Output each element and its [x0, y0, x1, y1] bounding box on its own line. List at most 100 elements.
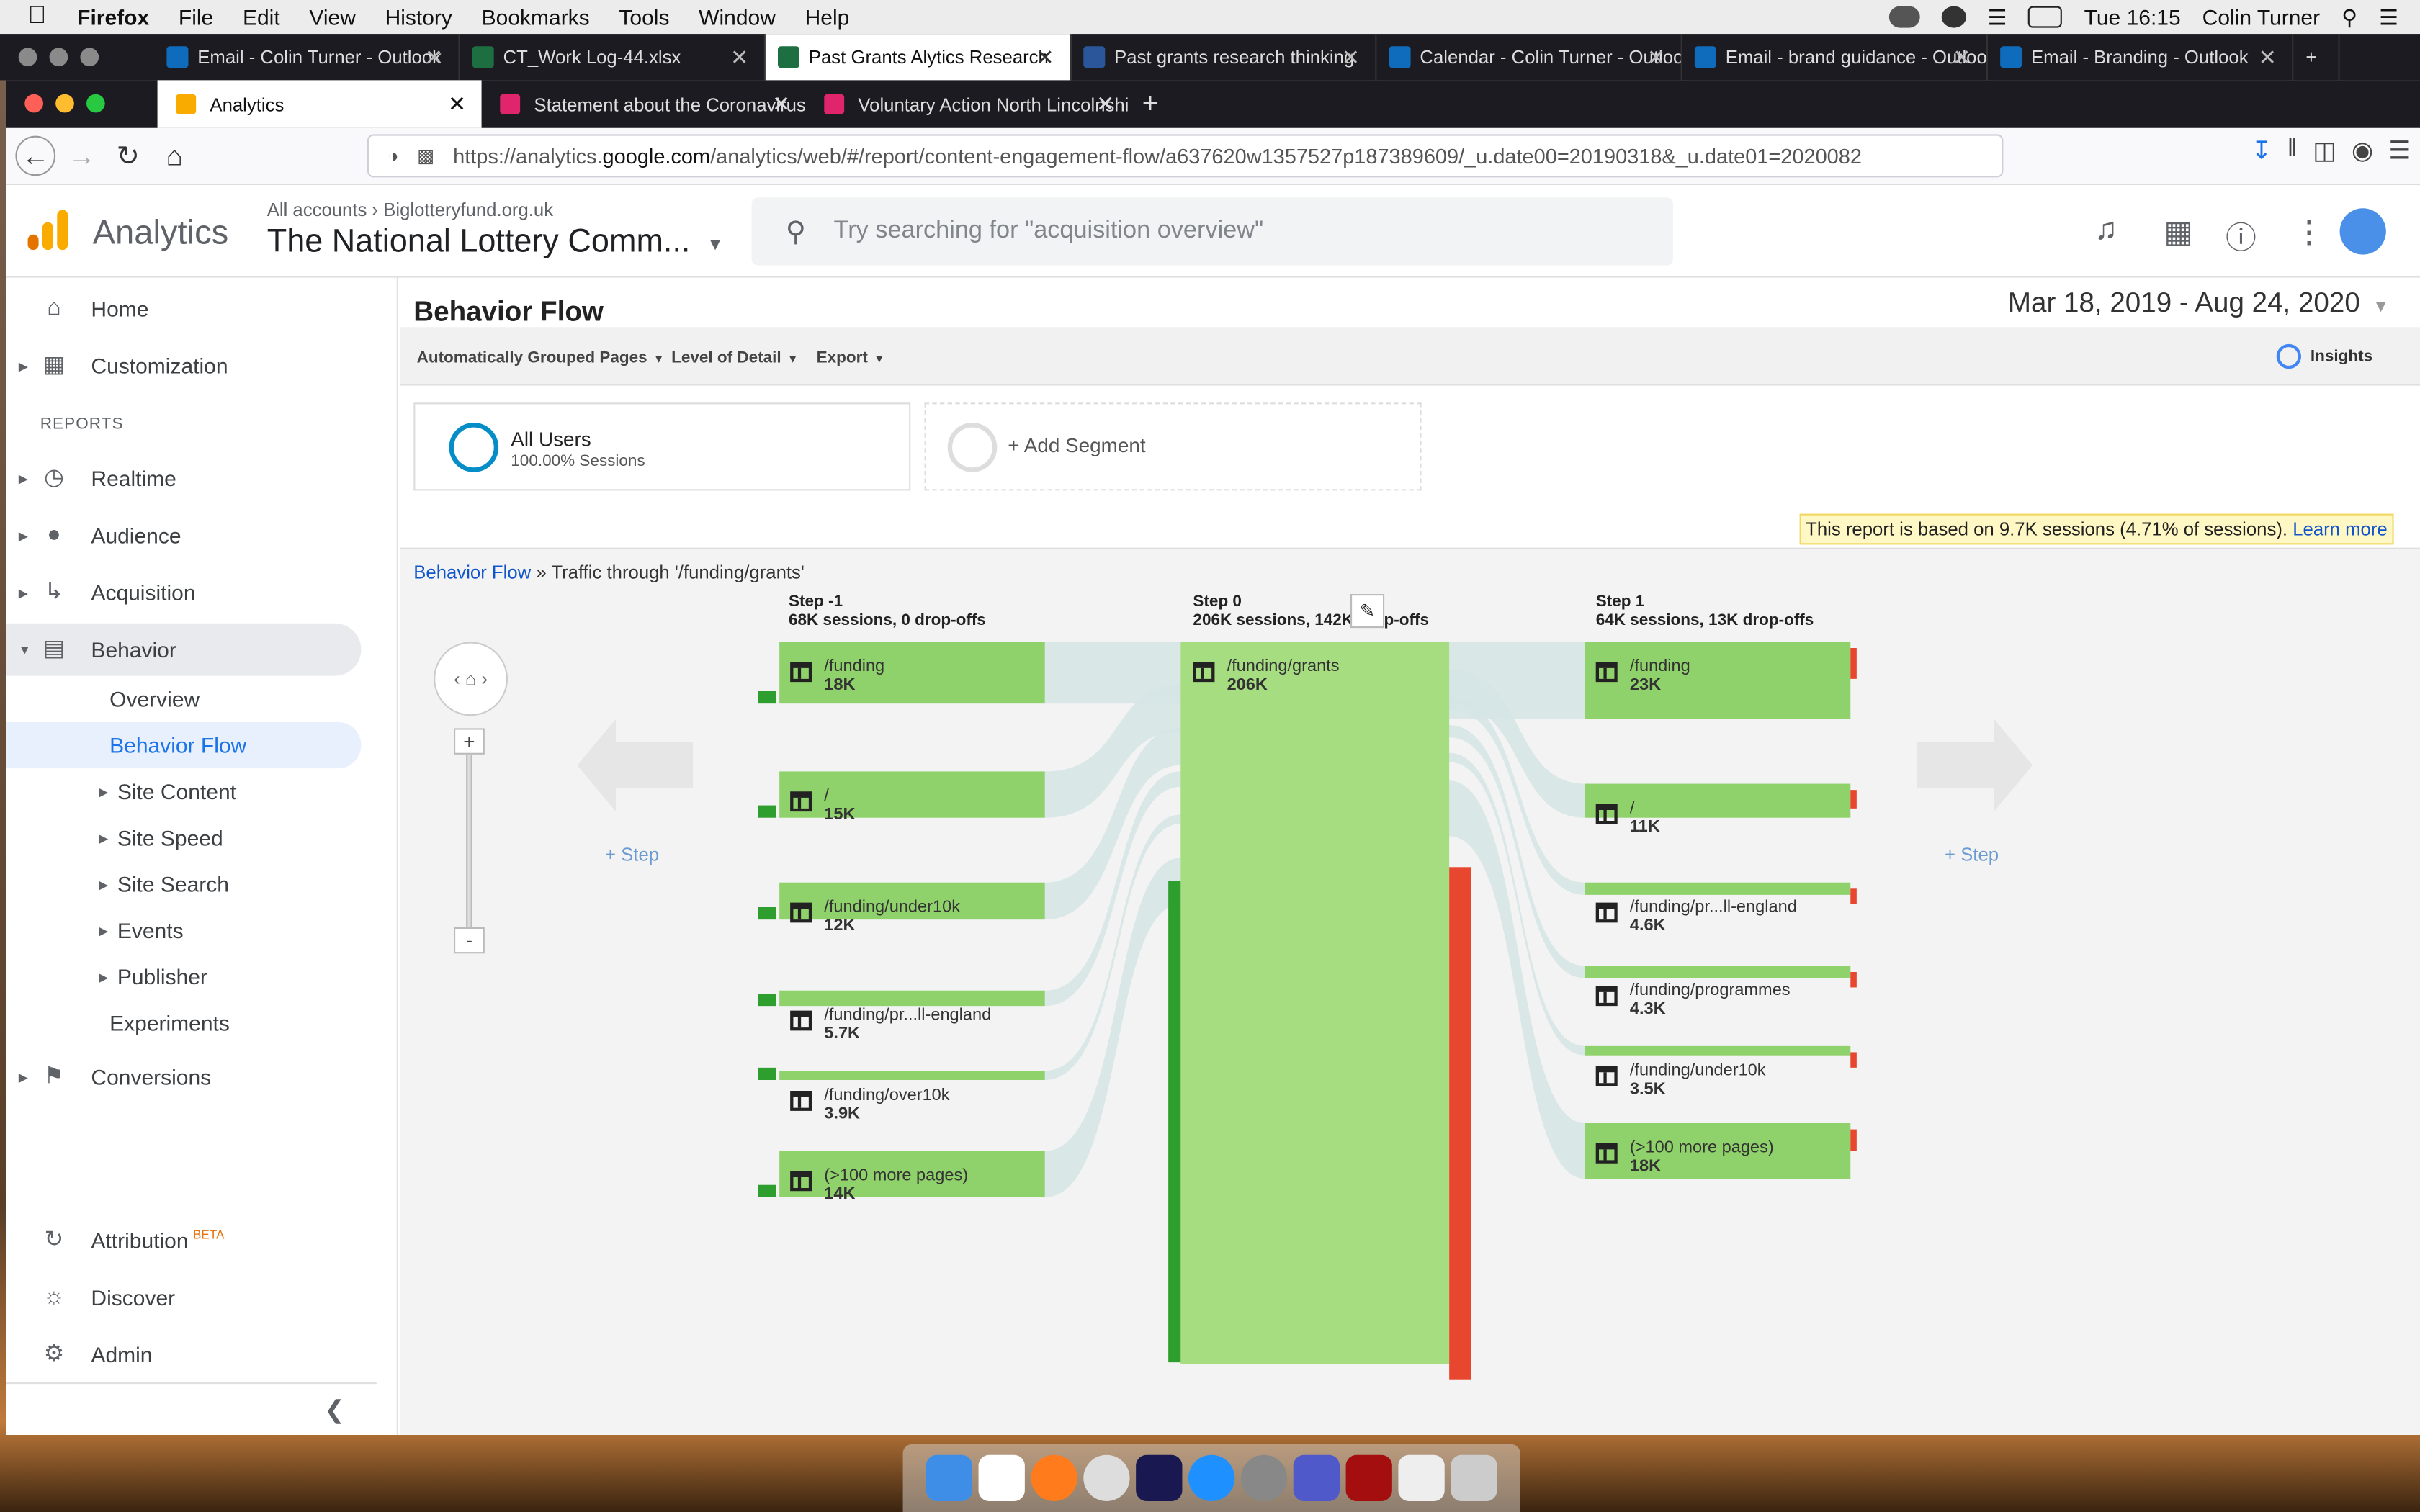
spotlight-icon[interactable]: ⚲: [2341, 4, 2357, 30]
sidebar-toggle-icon[interactable]: ◫: [2313, 136, 2336, 167]
export-dropdown[interactable]: Export ▼: [817, 348, 885, 367]
menu-edit[interactable]: Edit: [243, 4, 280, 29]
forward-icon[interactable]: →: [62, 136, 102, 176]
notifications-bell-icon[interactable]: ♫: [2094, 213, 2118, 248]
pan-control[interactable]: ‹ ⌂ ›: [434, 642, 508, 716]
wifi-icon[interactable]: ☰: [1988, 4, 2007, 30]
insights-button[interactable]: Insights: [2276, 343, 2372, 369]
shield-icon[interactable]: ◑: [387, 145, 399, 166]
tab-5[interactable]: Calendar - Colin Turner - Outlook ✕: [1376, 34, 1682, 81]
sidebar-item-experiments[interactable]: Experiments: [6, 1000, 362, 1046]
close-tab-icon[interactable]: ✕: [1953, 45, 1971, 71]
tab-1[interactable]: Email - Colin Turner - Outlook ✕: [154, 34, 460, 81]
tab-2[interactable]: CT_Work Log-44.xlsx ✕: [460, 34, 766, 81]
menu-bookmarks[interactable]: Bookmarks: [482, 4, 590, 29]
step-minus1-node[interactable]: /funding/over10k 3.9K: [790, 1086, 950, 1123]
download-icon[interactable]: ↧: [2251, 136, 2272, 167]
apple-icon[interactable]: : [28, 3, 56, 31]
add-step-left-button[interactable]: + Step: [605, 844, 659, 865]
tab-3[interactable]: Past Grants Alytics Research ✕: [765, 34, 1072, 81]
zoom-window-button[interactable]: [86, 94, 105, 113]
new-tab-button[interactable]: +: [2293, 34, 2340, 81]
tab-1[interactable]: Analytics ✕: [157, 80, 482, 128]
zoom-slider-track[interactable]: [466, 743, 472, 945]
sidebar-item-admin[interactable]: ⚙ Admin: [6, 1328, 362, 1381]
tab-3[interactable]: Voluntary Action North Lincolnshire ✕: [806, 80, 1130, 127]
property-caret-icon[interactable]: ▼: [707, 236, 723, 255]
menubar-user[interactable]: Colin Turner: [2202, 4, 2320, 29]
close-tab-icon[interactable]: ✕: [1096, 91, 1114, 117]
sidebar-item-customization[interactable]: ▶ ▦ Customization: [6, 339, 362, 392]
home-icon[interactable]: ⌂: [154, 136, 194, 176]
library-icon[interactable]: ‖: [2287, 136, 2298, 167]
step-1-node[interactable]: /funding 23K: [1595, 657, 1690, 694]
menu-window[interactable]: Window: [699, 4, 776, 29]
sidebar-item-overview[interactable]: Overview: [6, 676, 362, 722]
close-tab-icon[interactable]: ✕: [1342, 45, 1360, 71]
lock-icon[interactable]: ▩: [417, 145, 434, 166]
level-of-detail-dropdown[interactable]: Level of Detail ▼: [671, 348, 798, 367]
url-bar[interactable]: ◑ ▩ https://analytics. google.com/analyti…: [367, 134, 2004, 178]
step-1-node[interactable]: /funding/programmes 4.3K: [1595, 981, 1791, 1018]
close-window-button[interactable]: [18, 48, 37, 67]
sidebar-item-site-content[interactable]: ▶ Site Content: [6, 768, 362, 814]
close-tab-icon[interactable]: ✕: [1036, 45, 1054, 71]
menu-file[interactable]: File: [179, 4, 213, 29]
sidebar-item-behavior-flow[interactable]: Behavior Flow: [6, 721, 362, 769]
minimize-window-button[interactable]: [49, 48, 68, 67]
close-tab-icon[interactable]: ✕: [1647, 45, 1665, 71]
document-icon[interactable]: [1398, 1454, 1445, 1501]
sidebar-item-publisher[interactable]: ▶ Publisher: [6, 953, 362, 999]
avatar[interactable]: [2339, 208, 2386, 255]
finder-icon[interactable]: [926, 1454, 972, 1501]
premiere-icon[interactable]: [1136, 1454, 1183, 1501]
app-store-icon[interactable]: [1188, 1454, 1235, 1501]
control-center-icon[interactable]: ☰: [2379, 4, 2398, 30]
sidebar-item-attribution[interactable]: ↻ Attribution BETA: [6, 1214, 362, 1266]
close-tab-icon[interactable]: ✕: [730, 45, 748, 71]
add-step-right-button[interactable]: + Step: [1945, 844, 1999, 865]
learn-more-link[interactable]: Learn more: [2293, 518, 2388, 540]
close-window-button[interactable]: [24, 94, 43, 113]
sidebar-item-site-search[interactable]: ▶ Site Search: [6, 861, 362, 907]
sidebar-item-audience[interactable]: ▶ ● Audience: [6, 509, 362, 562]
segment-all-users[interactable]: All Users 100.00% Sessions: [413, 402, 911, 491]
collapse-sidebar-icon[interactable]: ❮: [324, 1395, 345, 1426]
system-preferences-icon[interactable]: [1240, 1454, 1288, 1501]
tab-2[interactable]: Statement about the Coronavirus ✕: [482, 80, 806, 127]
account-breadcrumb[interactable]: All accounts › Biglotteryfund.org.uk: [267, 199, 553, 220]
edit-pencil-icon[interactable]: ✎: [1350, 594, 1385, 629]
hamburger-menu-icon[interactable]: ☰: [2388, 136, 2411, 167]
step-minus1-node[interactable]: /funding/pr...ll-england 5.7K: [790, 1006, 991, 1043]
menu-view[interactable]: View: [309, 4, 355, 29]
reload-icon[interactable]: ↻: [108, 136, 148, 176]
sidebar-item-acquisition[interactable]: ▶ ↳ Acquisition: [6, 566, 362, 618]
back-icon[interactable]: ←: [15, 135, 56, 176]
sidebar-item-realtime[interactable]: ▶ ◷ Realtime: [6, 452, 362, 505]
zoom-window-button[interactable]: [80, 48, 99, 67]
close-tab-icon[interactable]: ✕: [772, 91, 790, 117]
all-accounts-link[interactable]: All accounts: [267, 199, 367, 220]
behavior-flow-canvas[interactable]: Behavior Flow » Traffic through '/fundin…: [400, 547, 2420, 1435]
step-1-node[interactable]: /funding/pr...ll-england 4.6K: [1595, 898, 1797, 935]
firefox-icon[interactable]: [1031, 1454, 1077, 1501]
zoom-out-button[interactable]: -: [454, 927, 485, 954]
sidebar-item-site-speed[interactable]: ▶ Site Speed: [6, 814, 362, 860]
acrobat-icon[interactable]: [1345, 1454, 1392, 1501]
step-0-node[interactable]: /funding/grants 206K: [1193, 657, 1340, 694]
search-box[interactable]: ⚲ Try searching for "acquisition overvie…: [751, 197, 1673, 266]
account-site-link[interactable]: Biglotteryfund.org.uk: [383, 199, 553, 220]
step-minus1-node[interactable]: /funding/under10k 12K: [790, 898, 960, 935]
account-icon[interactable]: ◉: [2352, 136, 2373, 167]
new-tab-button[interactable]: +: [1130, 80, 1176, 127]
step-1-node[interactable]: /11K: [1595, 799, 1660, 836]
photos-icon[interactable]: [1083, 1454, 1130, 1501]
add-segment-button[interactable]: + Add Segment: [924, 402, 1422, 491]
more-options-icon[interactable]: ⋮: [2293, 213, 2324, 252]
tab-6[interactable]: Email - brand guidance - Outlook ✕: [1682, 34, 1988, 81]
zoom-in-button[interactable]: +: [454, 728, 485, 755]
menu-app-name[interactable]: Firefox: [77, 4, 149, 29]
tab-7[interactable]: Email - Branding - Outlook ✕: [1988, 34, 2294, 81]
step-1-node[interactable]: (>100 more pages) 18K: [1595, 1138, 1774, 1176]
tab-4[interactable]: Past grants research thinking ✕: [1071, 34, 1377, 81]
